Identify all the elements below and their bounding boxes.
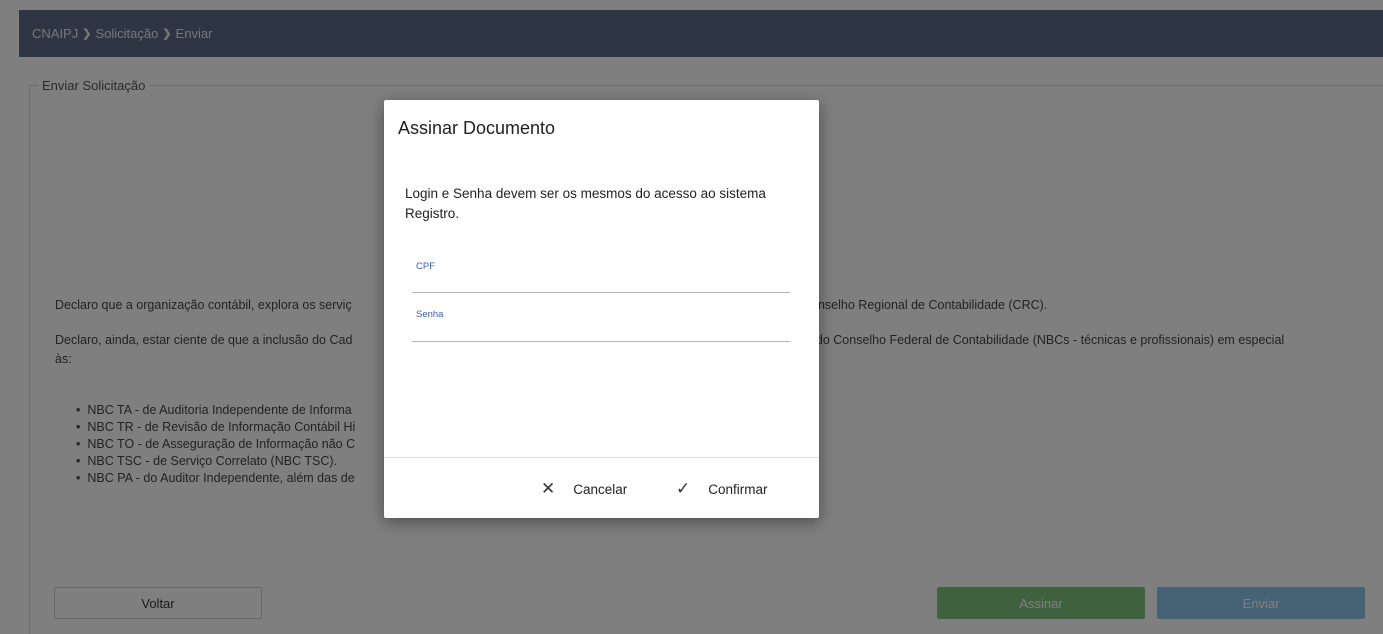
confirm-label: Confirmar [708, 481, 768, 497]
cancel-button[interactable]: ✕ Cancelar [541, 479, 627, 499]
password-field[interactable]: Senha [412, 300, 790, 342]
close-icon: ✕ [541, 479, 556, 498]
sign-document-dialog: Assinar Documento Login e Senha devem se… [384, 100, 819, 518]
cpf-label: CPF [416, 261, 435, 272]
password-input[interactable] [416, 323, 786, 338]
cpf-input[interactable] [416, 274, 786, 289]
dialog-message: Login e Senha devem ser os mesmos do ace… [405, 186, 766, 221]
dialog-title: Assinar Documento [398, 118, 556, 138]
dialog-footer: ✕ Cancelar ✓ Confirmar [384, 457, 819, 518]
cpf-field[interactable]: CPF [412, 250, 790, 293]
check-icon: ✓ [676, 479, 691, 498]
password-label: Senha [416, 309, 444, 320]
confirm-button[interactable]: ✓ Confirmar [676, 479, 768, 499]
cancel-label: Cancelar [573, 481, 628, 497]
